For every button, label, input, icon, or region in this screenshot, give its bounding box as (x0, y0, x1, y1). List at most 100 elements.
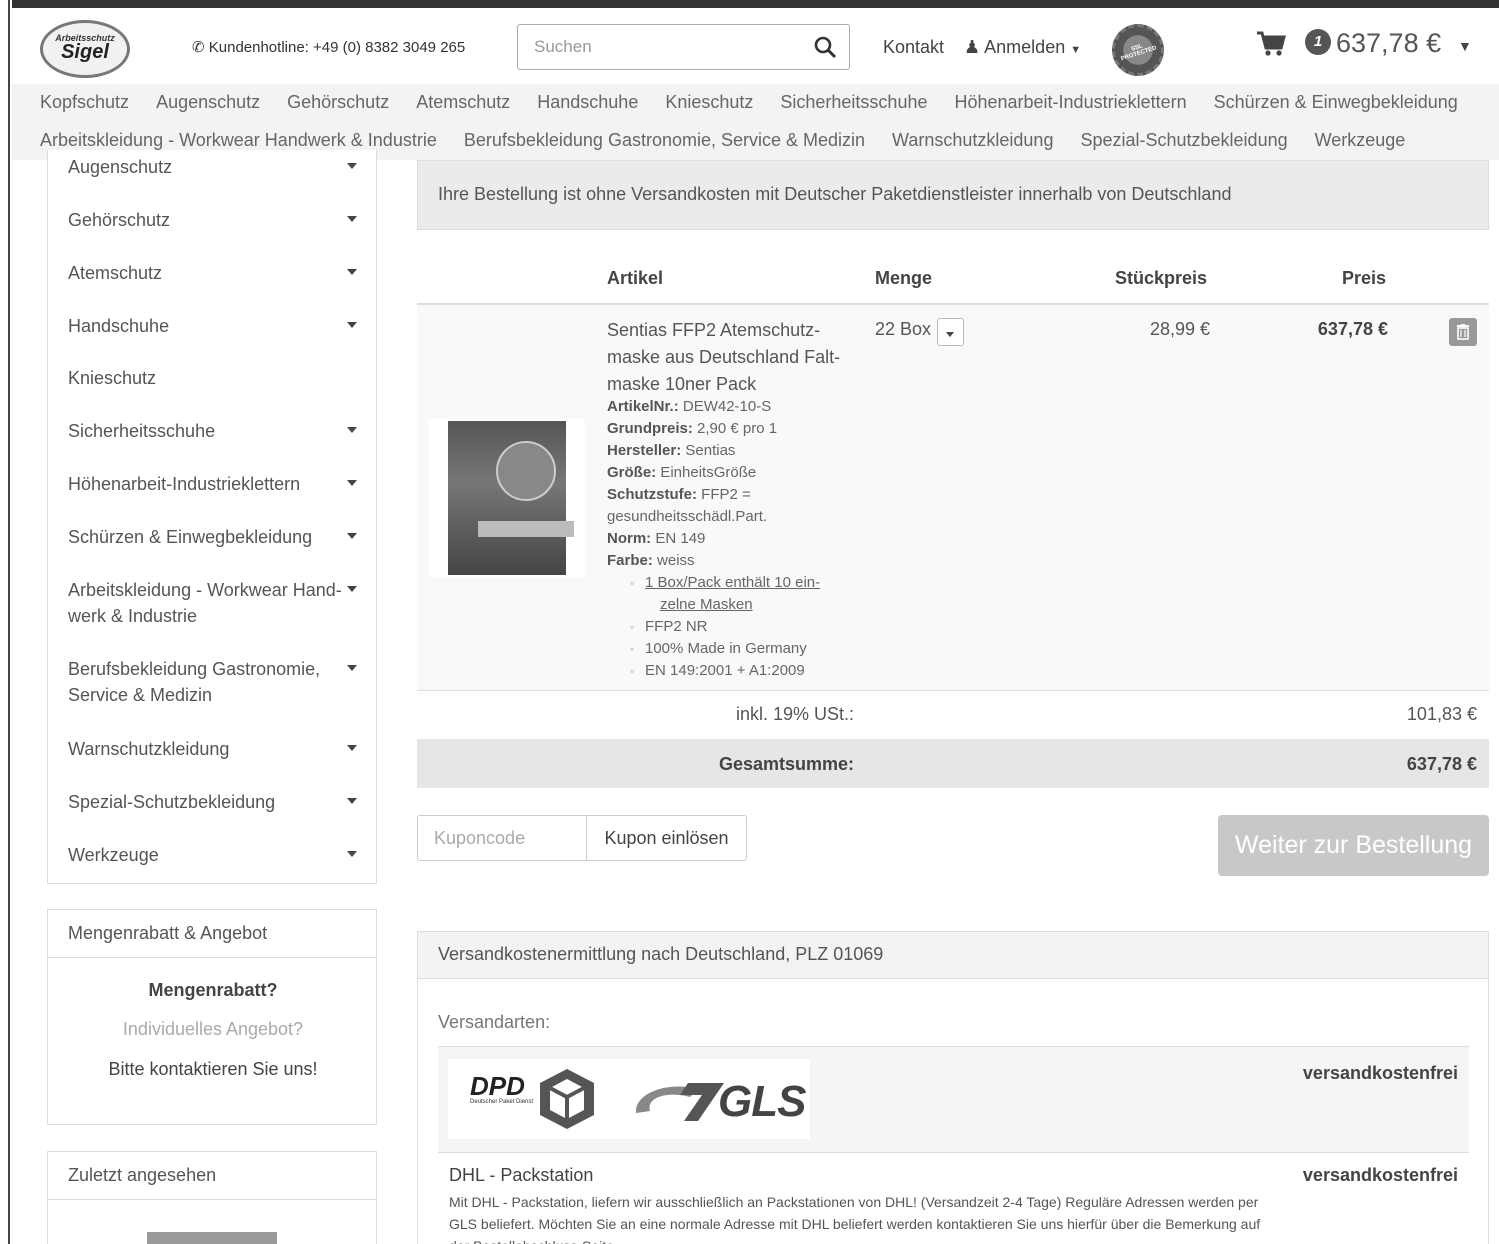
remove-item-button[interactable] (1449, 318, 1477, 346)
nav-item[interactable]: Spezial-Schutzbekleidung (1080, 130, 1287, 151)
chevron-down-icon[interactable]: ▼ (1458, 38, 1472, 54)
feature-link[interactable]: 1 Box/Pack enthält 10 ein- (630, 572, 820, 594)
product-attribute: Farbe: weiss (607, 550, 695, 572)
sidebar-item-gehoerschutz[interactable]: Gehörschutz (68, 207, 368, 233)
nav-item[interactable]: Warnschutzkleidung (892, 130, 1053, 151)
chevron-down-icon[interactable] (347, 533, 357, 539)
chevron-down-icon[interactable] (347, 216, 357, 222)
login-label: Anmelden (984, 37, 1066, 57)
hotline[interactable]: ✆ Kundenhotline: +49 (0) 8382 3049 265 (192, 38, 465, 56)
chevron-down-icon[interactable] (347, 745, 357, 751)
shipping-option-dpd-gls[interactable]: DPD Deutscher Paket Dienst GLS versandko… (438, 1046, 1469, 1152)
nav-item[interactable]: Werkzeuge (1315, 130, 1406, 151)
offer-question: Individuelles Angebot? (122, 1019, 304, 1039)
vat-label: inkl. 19% USt.: (735, 704, 854, 724)
search-input[interactable] (518, 25, 798, 69)
gls-logo-text: GLS (718, 1077, 806, 1126)
chevron-down-icon[interactable] (347, 322, 357, 328)
shipping-option-dhl-packstation[interactable]: DHL - Packstation versandkostenfrei Mit … (438, 1152, 1469, 1244)
checkout-button[interactable]: Weiter zur Bestellung (1218, 815, 1489, 876)
carrier-logos: DPD Deutscher Paket Dienst GLS (448, 1059, 810, 1139)
site-logo[interactable]: Arbeitsschutz Sigel (40, 20, 130, 78)
cart-icon[interactable] (1256, 30, 1286, 58)
product-attribute: Hersteller: Sentias (607, 440, 735, 462)
mask-graphic (496, 441, 556, 501)
nav-item[interactable]: Berufsbekleidung Gastronomie, Service & … (464, 130, 865, 151)
column-header-article: Artikel (607, 268, 664, 288)
login-dropdown[interactable]: ♟ Anmelden ▼ (964, 37, 1081, 58)
attr-value: EN 149 (655, 530, 706, 547)
sidebar-item-spezial-schutzbekleidung[interactable]: Spezial-Schutzbekleidung (68, 789, 368, 815)
shipping-cost-panel: Versandkostenermittlung nach Deutschland… (417, 931, 1489, 1244)
window-top-border (0, 0, 1499, 8)
recently-viewed-panel: Zuletzt angesehen (47, 1151, 377, 1244)
nav-item[interactable]: Sicherheitsschuhe (780, 92, 927, 113)
sidebar-item-handschuhe[interactable]: Handschuhe (68, 313, 368, 339)
nav-item[interactable]: Gehörschutz (287, 92, 389, 113)
cart-total[interactable]: 637,78 € (1336, 28, 1441, 59)
sidebar-item-warnschutzkleidung[interactable]: Warnschutzkleidung (68, 736, 368, 762)
nav-item[interactable]: Höhenarbeit-Industrieklettern (954, 92, 1186, 113)
sidebar-item-hoehenarbeit[interactable]: Höhenarbeit-Industrieklettern (68, 471, 368, 497)
contact-link[interactable]: Kontakt (883, 37, 944, 58)
redeem-coupon-button[interactable]: Kupon einlösen (586, 816, 746, 860)
shipping-option-name: DHL - Packstation (449, 1165, 594, 1185)
coupon-input[interactable] (418, 816, 586, 860)
chevron-down-icon[interactable] (347, 851, 357, 857)
sidebar-item-atemschutz[interactable]: Atemschutz (68, 260, 368, 286)
product-image[interactable] (429, 419, 585, 577)
nav-item[interactable]: Augenschutz (156, 92, 260, 113)
vat-value: 101,83 € (1406, 704, 1477, 724)
window-left-border (0, 0, 12, 1244)
shipping-panel-title: Versandkostenermittlung nach Deutschland… (418, 932, 1488, 979)
nav-item[interactable]: Knieschutz (665, 92, 753, 113)
chevron-down-icon[interactable] (347, 163, 357, 169)
quantity-value: 22 Box (875, 319, 932, 339)
chevron-down-icon: ▼ (1070, 44, 1082, 56)
nav-item[interactable]: Atemschutz (416, 92, 510, 113)
sidebar-item-werkzeuge[interactable]: Werkzeuge (68, 842, 368, 868)
dpd-cube-icon (540, 1069, 594, 1129)
attr-value: 2,90 € pro 1 (697, 420, 778, 437)
attr-label: Grundpreis: (607, 420, 693, 437)
sidebar-item-arbeitskleidung[interactable]: Arbeitskleidung - Workwear Hand-werk & I… (68, 577, 353, 629)
chevron-down-icon[interactable] (347, 427, 357, 433)
column-header-unit-price: Stückpreis (1115, 268, 1208, 288)
column-header-quantity: Menge (875, 268, 933, 288)
phone-icon: ✆ (192, 39, 205, 56)
hotline-text: Kundenhotline: +49 (0) 8382 3049 265 (208, 39, 466, 56)
feature-link-continued[interactable]: zelne Masken (660, 594, 753, 616)
attr-value: Sentias (685, 442, 736, 459)
attr-label: Schutzstufe: (607, 486, 697, 503)
product-name[interactable]: Sentias FFP2 Atemschutz-maske aus Deutsc… (607, 317, 857, 398)
chevron-down-icon[interactable] (347, 269, 357, 275)
nav-item[interactable]: Arbeitskleidung - Workwear Handwerk & In… (40, 130, 437, 151)
chevron-down-icon[interactable] (347, 480, 357, 486)
shipping-cost: versandkostenfrei (1302, 1165, 1458, 1185)
product-package-graphic (448, 421, 574, 575)
logo-title: Sigel (61, 41, 109, 63)
contact-us-link[interactable]: Bitte kontaktieren Sie uns! (48, 1059, 378, 1080)
search-icon[interactable] (813, 35, 837, 59)
nav-item[interactable]: Handschuhe (537, 92, 638, 113)
nav-item[interactable]: Schürzen & Einwegbekleidung (1214, 92, 1458, 113)
line-price: 637,78 € (1317, 319, 1388, 339)
column-header-price: Preis (1342, 268, 1387, 288)
sidebar-item-schuerzen[interactable]: Schürzen & Einwegbekleidung (68, 524, 368, 550)
gls-swoosh-icon (635, 1083, 724, 1121)
dpd-logo-text: DPD (470, 1071, 525, 1101)
panel-title: Mengenrabatt & Angebot (48, 910, 376, 958)
sidebar-item-berufsbekleidung[interactable]: Berufsbekleidung Gastronomie, Service & … (68, 656, 338, 708)
feature-item: EN 149:2001 + A1:2009 (630, 660, 805, 682)
recent-product-thumbnail[interactable] (147, 1232, 277, 1244)
nav-item[interactable]: Kopfschutz (40, 92, 129, 113)
chevron-down-icon[interactable] (347, 665, 357, 671)
sidebar-item-knieschutz[interactable]: Knieschutz (68, 365, 368, 391)
sidebar-categories: Augenschutz Gehörschutz Atemschutz Hands… (47, 150, 377, 884)
site-header: Arbeitsschutz Sigel ✆ Kundenhotline: +49… (12, 8, 1499, 84)
sidebar-item-sicherheitsschuhe[interactable]: Sicherheitsschuhe (68, 418, 368, 444)
chevron-down-icon[interactable] (347, 586, 357, 592)
chevron-down-icon[interactable] (347, 798, 357, 804)
sidebar-item-augenschutz[interactable]: Augenschutz (68, 154, 368, 180)
quantity-dropdown[interactable] (937, 318, 964, 346)
